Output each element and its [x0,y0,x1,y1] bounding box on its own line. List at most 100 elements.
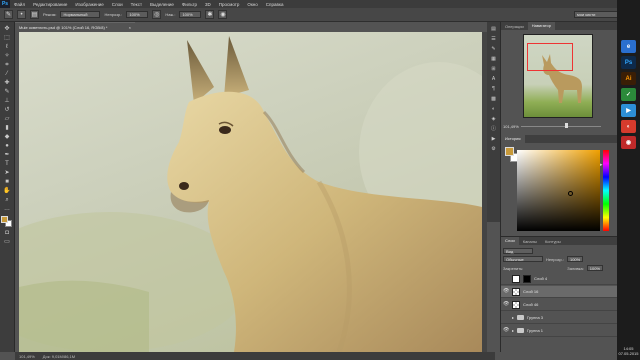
tab-layers[interactable]: Слои [501,237,519,245]
brush-tool-preset-icon[interactable]: ✎ [4,10,13,19]
opacity-field[interactable]: 100% [126,11,149,18]
tool-presets-icon[interactable]: ⚙ [490,146,498,153]
marquee-tool-icon[interactable]: ⬚ [2,34,13,42]
menu-view[interactable]: Просмотр [215,2,244,7]
actions-panel-icon[interactable]: ▶ [490,136,498,143]
menu-layers[interactable]: Слои [108,2,127,7]
menu-file[interactable]: Файл [10,2,29,7]
eyedropper-tool-icon[interactable]: ⁄ [2,70,13,78]
brush-size-icon[interactable]: • [17,10,26,19]
expand-arrow-icon[interactable]: ▸ [512,315,514,320]
gradient-tool-icon[interactable]: ▮ [2,124,13,132]
navigator-slider-knob[interactable] [565,123,568,128]
color-swatches[interactable] [1,216,13,228]
airbrush-icon[interactable]: ✱ [205,10,215,19]
blend-mode-select[interactable]: Обычные [503,256,543,262]
visibility-eye-icon[interactable] [503,276,509,281]
close-document-icon[interactable]: × [129,25,131,30]
type-tool-icon[interactable]: T [2,160,13,168]
navigator-thumbnail[interactable] [523,34,593,118]
hand-tool-icon[interactable]: ✋ [2,187,13,195]
visibility-eye-icon[interactable] [503,315,509,320]
brush-presets-icon[interactable]: ▦ [490,56,498,63]
app-red-icon[interactable]: ◐ [621,120,636,133]
brush-panel-icon[interactable]: ▤ [30,10,39,19]
fill-field[interactable]: 100% [586,265,604,271]
menu-filter[interactable]: Фильтр [178,2,201,7]
brush-panel-icon[interactable]: ✎ [490,46,498,53]
quick-mask-icon[interactable]: ◘ [2,229,13,237]
flow-field[interactable]: 100% [179,11,202,18]
swatches-panel-icon[interactable]: ▩ [490,96,498,103]
menu-3d[interactable]: 3D [201,2,215,7]
mode-select[interactable]: Нормальный [60,11,101,18]
blur-tool-icon[interactable]: ◆ [2,133,13,141]
more-tools-icon[interactable]: … [2,205,13,213]
expand-arrow-icon[interactable]: ▸ [512,328,514,333]
menu-select[interactable]: Выделение [146,2,178,7]
menu-image[interactable]: Изображение [71,2,107,7]
layer-row[interactable]: 👁 Слой 16 [501,286,618,298]
status-zoom[interactable]: 101,49% [19,354,35,359]
tab-actions[interactable]: Операции [501,24,528,29]
pressure-size-icon[interactable]: ◉ [218,10,228,19]
media-player-icon[interactable]: ▶ [621,104,636,117]
styles-panel-icon[interactable]: ◈ [490,116,498,123]
app-record-icon[interactable]: ◉ [621,136,636,149]
menu-window[interactable]: Окно [243,2,261,7]
visibility-eye-icon[interactable]: 👁 [503,302,509,307]
zoom-tool-icon[interactable]: ⌕ [2,196,13,204]
foreground-color-swatch[interactable] [1,216,8,223]
navigator-zoom-slider[interactable] [521,126,601,127]
document-tab[interactable]: Mule осветлить.psd @ 101% (Слой 16, RGB/… [15,22,135,31]
character-panel-icon[interactable]: A [490,76,498,83]
tab-navigator[interactable]: Навигатор [527,22,555,30]
illustrator-taskbar-icon[interactable]: Ai [621,72,636,85]
brush-tool-icon[interactable]: ✎ [2,88,13,96]
tab-channels[interactable]: Каналы [519,239,541,244]
healing-brush-tool-icon[interactable]: ✚ [2,79,13,87]
screen-mode-icon[interactable]: ▭ [2,238,13,246]
clone-source-icon[interactable]: ⊞ [490,66,498,73]
visibility-eye-icon[interactable]: 👁 [503,289,509,294]
crop-tool-icon[interactable]: ⌗ [2,61,13,69]
navigator-zoom[interactable]: 101,49% [503,124,519,129]
tab-history[interactable]: История [501,135,525,143]
layer-row[interactable]: 👁 Слой 46 [501,299,618,311]
eraser-tool-icon[interactable]: ▱ [2,115,13,123]
history-brush-tool-icon[interactable]: ↺ [2,106,13,114]
paragraph-panel-icon[interactable]: ¶ [490,86,498,93]
browser-icon[interactable]: e [621,40,636,53]
tab-paths[interactable]: Контуры [541,239,565,244]
pen-tool-icon[interactable]: ✒ [2,151,13,159]
pressure-opacity-icon[interactable]: ◎ [152,10,162,19]
clone-stamp-tool-icon[interactable]: ⊥ [2,97,13,105]
menu-type[interactable]: Текст [127,2,146,7]
move-tool-icon[interactable]: ✥ [2,25,13,33]
dodge-tool-icon[interactable]: ● [2,142,13,150]
menu-help[interactable]: Справка [262,2,288,7]
color-picker-cursor[interactable] [568,191,573,196]
lasso-tool-icon[interactable]: ℓ [2,43,13,51]
system-clock[interactable]: 14:05 07.05.2015 [617,346,640,356]
photoshop-taskbar-icon[interactable]: Ps [621,56,636,69]
layer-group-row[interactable]: 👁 ▸ Группа 1 [501,325,618,337]
quick-select-tool-icon[interactable]: ✧ [2,52,13,60]
document-canvas[interactable] [19,32,482,352]
layer-group-row[interactable]: ▸ Группа 3 [501,312,618,324]
history-panel-icon[interactable]: ▤ [490,26,498,33]
shape-tool-icon[interactable]: ■ [2,178,13,186]
properties-panel-icon[interactable]: ☰ [490,36,498,43]
path-select-tool-icon[interactable]: ➤ [2,169,13,177]
navigator-view-rect[interactable] [527,43,573,71]
foreground-color-chip[interactable] [505,147,514,156]
layer-kind-select[interactable]: Вид [503,248,533,254]
visibility-eye-icon[interactable]: 👁 [503,328,509,333]
hue-slider-knob[interactable]: ▸ [600,162,603,168]
hue-slider[interactable] [603,150,609,231]
layer-row[interactable]: Слой 4 [501,273,618,285]
color-picker-field[interactable] [517,150,600,231]
app-green-icon[interactable]: ✓ [621,88,636,101]
adjustments-panel-icon[interactable]: ◐ [490,106,498,113]
layer-opacity-field[interactable]: 100% [566,256,584,262]
